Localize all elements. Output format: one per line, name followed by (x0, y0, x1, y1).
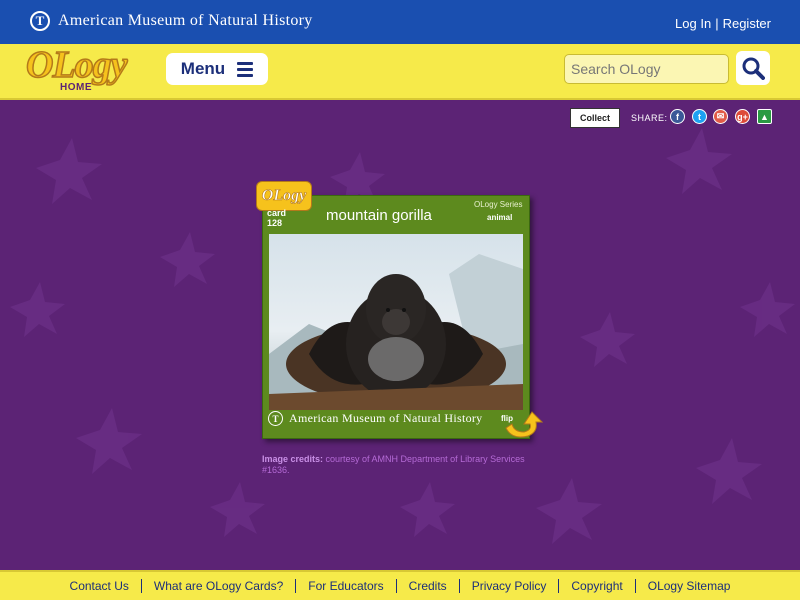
card-number: 128 (267, 218, 283, 228)
login-link[interactable]: Log In (675, 16, 711, 31)
footer-link-privacy-policy[interactable]: Privacy Policy (460, 579, 560, 593)
card-badge: OLogy (256, 181, 312, 211)
menu-button[interactable]: Menu (166, 53, 268, 85)
menu-label: Menu (180, 59, 226, 78)
flip-label[interactable]: flip (501, 414, 513, 423)
ology-home-label: HOME (60, 82, 92, 93)
card-number-label: card 128 (267, 208, 286, 228)
card-type: animal (487, 213, 513, 222)
card-footer-brand-text: American Museum of Natural History (289, 411, 483, 425)
card-series: OLogy Series (474, 200, 523, 209)
hamburger-icon (237, 61, 254, 77)
auth-links: Log In | Register (675, 16, 771, 31)
footer-link-what-are-ology-cards[interactable]: What are OLogy Cards? (142, 579, 297, 593)
card-title: mountain gorilla (326, 207, 432, 224)
card-word: card (267, 208, 287, 218)
register-link[interactable]: Register (723, 16, 771, 31)
ology-logo-text: OLogy (25, 44, 128, 86)
gorilla-photo (269, 234, 523, 410)
search-input[interactable] (564, 54, 729, 84)
amnh-brand-text: American Museum of Natural History (58, 12, 313, 29)
search-icon (742, 57, 765, 80)
top-header: T American Museum of Natural History Log… (0, 0, 800, 44)
twitter-icon[interactable]: t (692, 109, 707, 124)
facebook-icon[interactable]: f (670, 109, 685, 124)
footer-link-ology-sitemap[interactable]: OLogy Sitemap (636, 579, 743, 593)
image-credits-label: Image credits: (262, 454, 324, 464)
email-icon[interactable]: ✉ (713, 109, 728, 124)
auth-separator: | (715, 16, 719, 31)
footer-link-credits[interactable]: Credits (397, 579, 460, 593)
google-classroom-icon[interactable]: ▲ (757, 109, 772, 124)
amnh-logo[interactable]: T American Museum of Natural History (30, 11, 313, 31)
search-button[interactable] (736, 51, 770, 85)
collect-button[interactable]: Collect (570, 108, 620, 128)
ology-home-logo[interactable]: OLogy HOME (25, 44, 142, 104)
footer-nav: Contact Us What are OLogy Cards? For Edu… (0, 570, 800, 600)
image-credits: Image credits: courtesy of AMNH Departme… (262, 454, 542, 476)
google-plus-icon[interactable]: g+ (735, 109, 750, 124)
share-label: SHARE: (631, 113, 668, 123)
footer-link-copyright[interactable]: Copyright (559, 579, 636, 593)
footer-link-for-educators[interactable]: For Educators (296, 579, 397, 593)
amnh-seal-icon: T (30, 11, 50, 31)
amnh-seal-icon: T (268, 411, 283, 426)
card-footer-brand: T American Museum of Natural History (268, 411, 483, 426)
footer-link-contact-us[interactable]: Contact Us (58, 579, 142, 593)
